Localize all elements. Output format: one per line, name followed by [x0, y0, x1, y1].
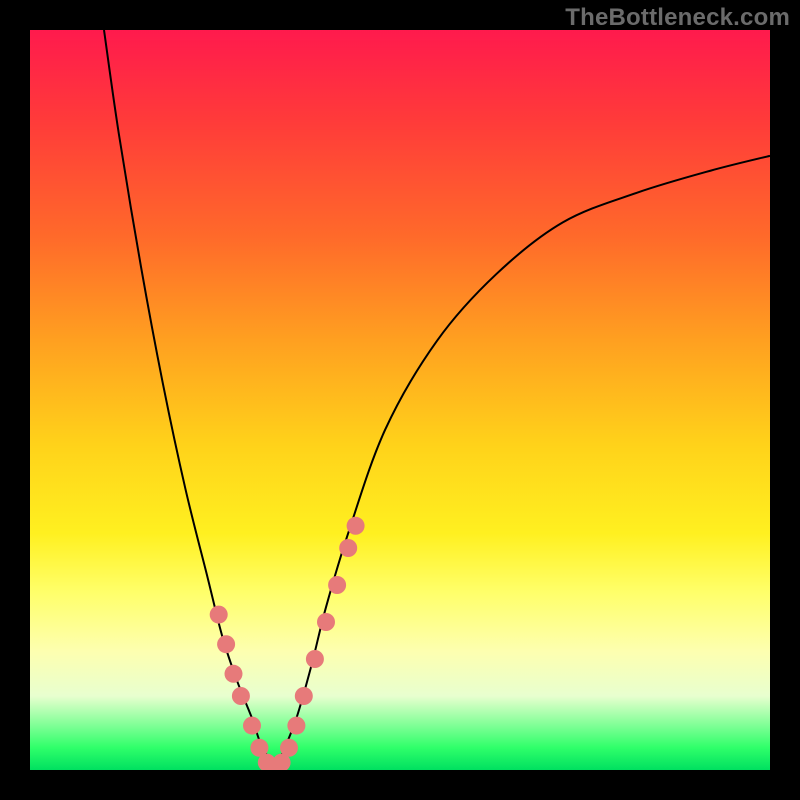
watermark-text: TheBottleneck.com	[565, 4, 790, 32]
plot-area	[30, 30, 770, 770]
highlight-marker	[225, 665, 243, 683]
chart-frame: TheBottleneck.com	[0, 0, 800, 800]
highlight-marker	[232, 687, 250, 705]
chart-svg	[30, 30, 770, 770]
curve-left	[104, 30, 274, 770]
highlight-marker	[347, 517, 365, 535]
highlight-marker	[210, 606, 228, 624]
highlight-marker	[306, 650, 324, 668]
curve-right	[274, 156, 770, 770]
highlight-marker	[243, 717, 261, 735]
highlight-marker	[280, 739, 298, 757]
highlight-marker	[328, 576, 346, 594]
highlight-marker	[295, 687, 313, 705]
highlight-marker	[317, 613, 335, 631]
highlight-marker	[217, 635, 235, 653]
highlight-marker	[287, 717, 305, 735]
highlight-marker	[339, 539, 357, 557]
